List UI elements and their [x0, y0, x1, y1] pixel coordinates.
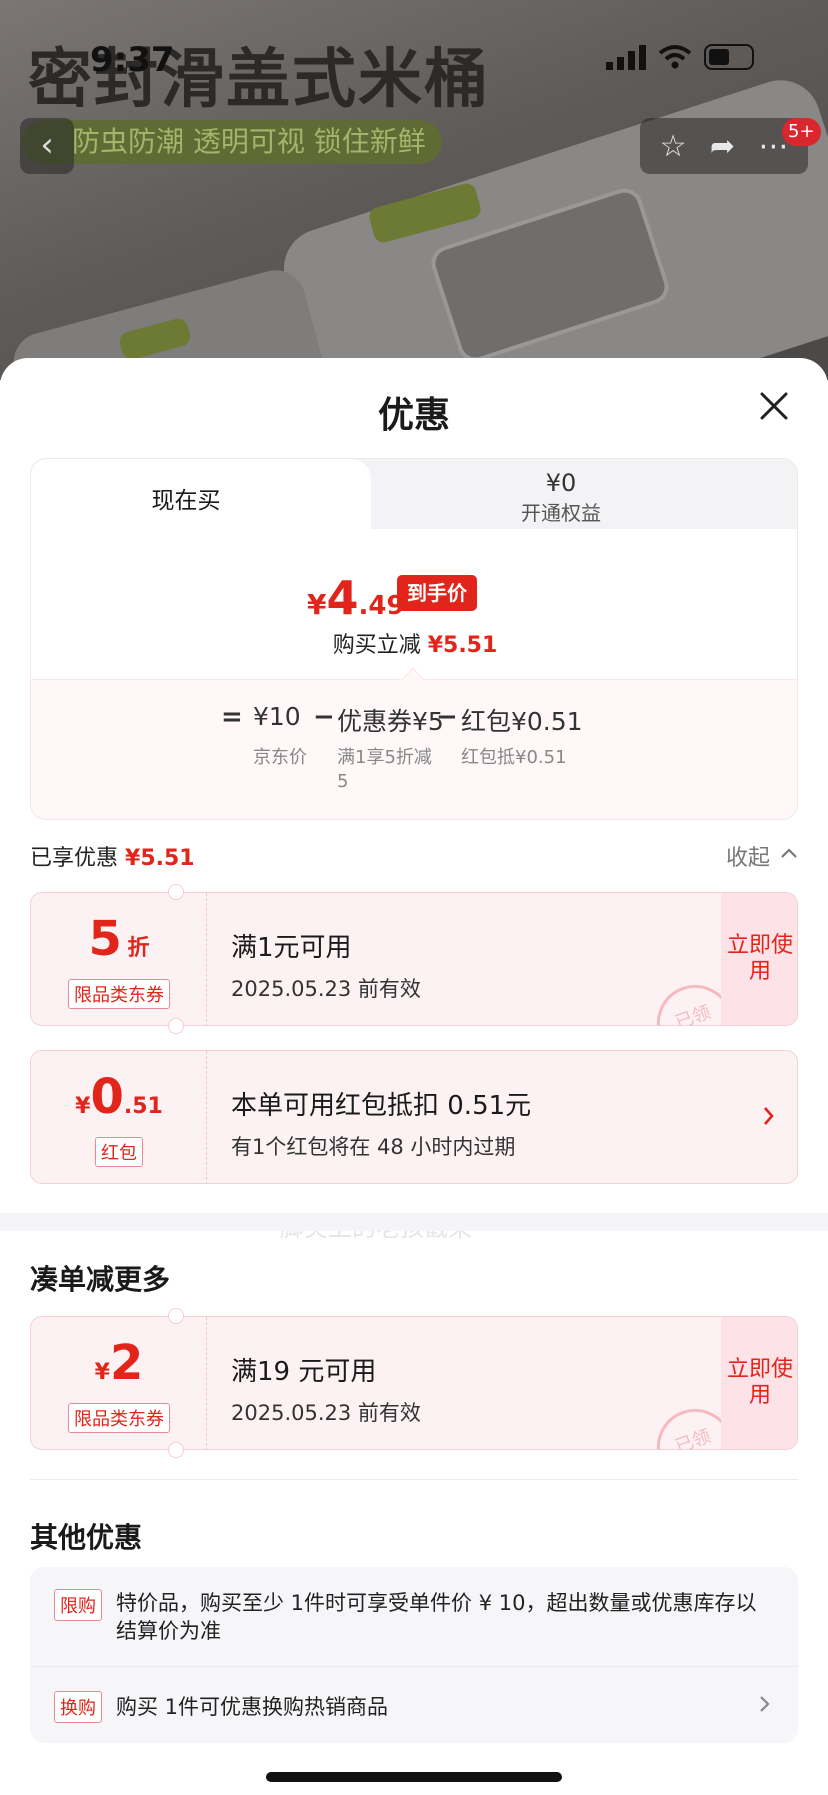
instant-saving: 购买立减 ¥5.51 [31, 627, 797, 659]
coupon-notch [168, 1018, 184, 1034]
tab-buy-now-label[interactable]: 现在买 [31, 481, 341, 515]
divider [30, 1479, 798, 1480]
trade-in-text[interactable]: 购买 1件可优惠换购热销商品 [116, 1691, 388, 1721]
section-divider [0, 1213, 828, 1231]
coupon-card[interactable]: 5 折 限品类东券 满1元可用 2025.05.23 前有效 已领 立即使用 [30, 892, 798, 1026]
discount-sheet: 优惠 现在买 ¥0 开通权益 ¥ 4 .49 到手价 购买立减 ¥5.51 = … [0, 358, 828, 1795]
limit-purchase-tag: 限购 [54, 1589, 102, 1621]
other-discount-list: 限购 特价品，购买至少 1件时可享受单件价 ¥ 10，超出数量或优惠库存以结算价… [30, 1567, 798, 1743]
limit-purchase-text: 特价品，购买至少 1件时可享受单件价 ¥ 10，超出数量或优惠库存以结算价为准 [116, 1591, 757, 1643]
coupon-deduction-label: 满1享5折减5 [337, 747, 432, 792]
tab-membership-label[interactable]: 开通权益 [421, 497, 701, 526]
coupon-type-label: 限品类东券 [68, 979, 170, 1009]
coupon-notch [168, 1442, 184, 1458]
home-indicator [266, 1772, 562, 1782]
redpacket-card[interactable]: ¥0.51 红包 本单可用红包抵扣 0.51元 有1个红包将在 48 小时内过期 [30, 1050, 798, 1184]
more-discount-title: 凑单减更多 [30, 1263, 171, 1296]
chevron-up-icon[interactable] [780, 846, 798, 860]
product-tagline: 防虫防潮 透明可视 锁住新鲜 [22, 120, 442, 164]
message-badge: 5+ [782, 118, 821, 146]
redpacket-value-decimal: .51 [123, 1094, 163, 1119]
final-price-currency: ¥ [307, 588, 327, 621]
coupon-notch [168, 1308, 184, 1324]
close-icon[interactable] [756, 388, 792, 424]
instant-saving-label: 购买立减 [332, 633, 421, 658]
coupon-value-number: 2 [109, 1335, 144, 1391]
base-price-label: 京东价 [253, 747, 307, 768]
sheet-title: 优惠 [377, 395, 450, 436]
back-button[interactable]: ‹ [20, 118, 74, 174]
redpacket-value: ¥0.51 [31, 1069, 207, 1125]
chevron-right-icon[interactable] [761, 1103, 777, 1129]
share-icon[interactable]: ➦ [710, 129, 735, 164]
coupon-title: 满19 元可用 [231, 1357, 377, 1387]
list-item: 限购 特价品，购买至少 1件时可享受单件价 ¥ 10，超出数量或优惠库存以结算价… [30, 1567, 798, 1667]
use-now-button[interactable]: 立即使用 [721, 1317, 797, 1449]
wifi-icon [658, 45, 692, 69]
trade-in-tag: 换购 [54, 1691, 102, 1723]
equals-sign: = [221, 702, 243, 732]
coupon-value: 5 折 [31, 911, 207, 967]
coupon-type-label: 限品类东券 [68, 1403, 170, 1433]
coupon-value-number: 5 [88, 911, 122, 967]
enjoyed-discount-label: 已享优惠 [30, 846, 119, 871]
other-discount-title: 其他优惠 [30, 1521, 143, 1554]
favorite-star-icon[interactable]: ☆ [660, 129, 687, 164]
redpacket-type-tag: 红包 [31, 1137, 207, 1167]
redpacket-deduction-value: 红包¥0.51 [461, 707, 583, 736]
coupon-deduction-value: 优惠券¥5 [337, 707, 444, 736]
enjoyed-discount: 已享优惠 ¥5.51 [30, 840, 195, 872]
coupon-type-tag: 限品类东券 [31, 979, 207, 1009]
coupon-expiry: 2025.05.23 前有效 [231, 1401, 421, 1425]
redpacket-title: 本单可用红包抵扣 0.51元 [231, 1091, 532, 1121]
coupon-type-tag: 限品类东券 [31, 1403, 207, 1433]
redpacket-expiry-notice: 有1个红包将在 48 小时内过期 [231, 1135, 516, 1159]
chevron-right-icon[interactable] [758, 1693, 772, 1715]
instant-saving-amount: ¥5.51 [427, 633, 498, 658]
cellular-signal-icon [606, 44, 646, 70]
coupon-value: ¥2 [31, 1335, 207, 1391]
enjoyed-discount-amount: ¥5.51 [125, 846, 195, 871]
tab-membership-price[interactable]: ¥0 [421, 469, 701, 497]
coupon-currency: ¥ [94, 1360, 110, 1385]
status-icons [606, 44, 754, 70]
coupon-expiry: 2025.05.23 前有效 [231, 977, 421, 1001]
final-price: ¥ 4 .49 [307, 571, 405, 625]
price-formula: = ¥10 京东价 − 优惠券¥5 满1享5折减5 − 红包¥0.51 红包抵¥… [31, 679, 797, 819]
purchase-tabs: 现在买 ¥0 开通权益 [31, 459, 797, 531]
battery-icon [704, 44, 754, 70]
redpacket-value-integer: 0 [90, 1069, 124, 1125]
base-price-value: ¥10 [253, 702, 301, 731]
status-time: 9:37 [90, 40, 175, 80]
minus-sign: − [313, 702, 335, 732]
final-price-integer: 4 [326, 571, 359, 625]
status-bar: 9:37 [0, 0, 828, 100]
minus-sign: − [436, 702, 458, 732]
price-breakdown-card: 现在买 ¥0 开通权益 ¥ 4 .49 到手价 购买立减 ¥5.51 = ¥10… [30, 458, 798, 820]
coupon-value-unit: 折 [127, 936, 150, 961]
redpacket-type-label: 红包 [95, 1137, 143, 1167]
final-price-tag: 到手价 [397, 575, 477, 611]
redpacket-currency: ¥ [75, 1094, 91, 1119]
coupon-notch [168, 884, 184, 900]
collapse-button[interactable]: 收起 [726, 840, 770, 872]
redpacket-deduction-label: 红包抵¥0.51 [461, 747, 567, 768]
coupon-title: 满1元可用 [231, 933, 352, 963]
coupon-card[interactable]: ¥2 限品类东券 满19 元可用 2025.05.23 前有效 已领 立即使用 [30, 1316, 798, 1450]
use-now-button[interactable]: 立即使用 [721, 893, 797, 1025]
